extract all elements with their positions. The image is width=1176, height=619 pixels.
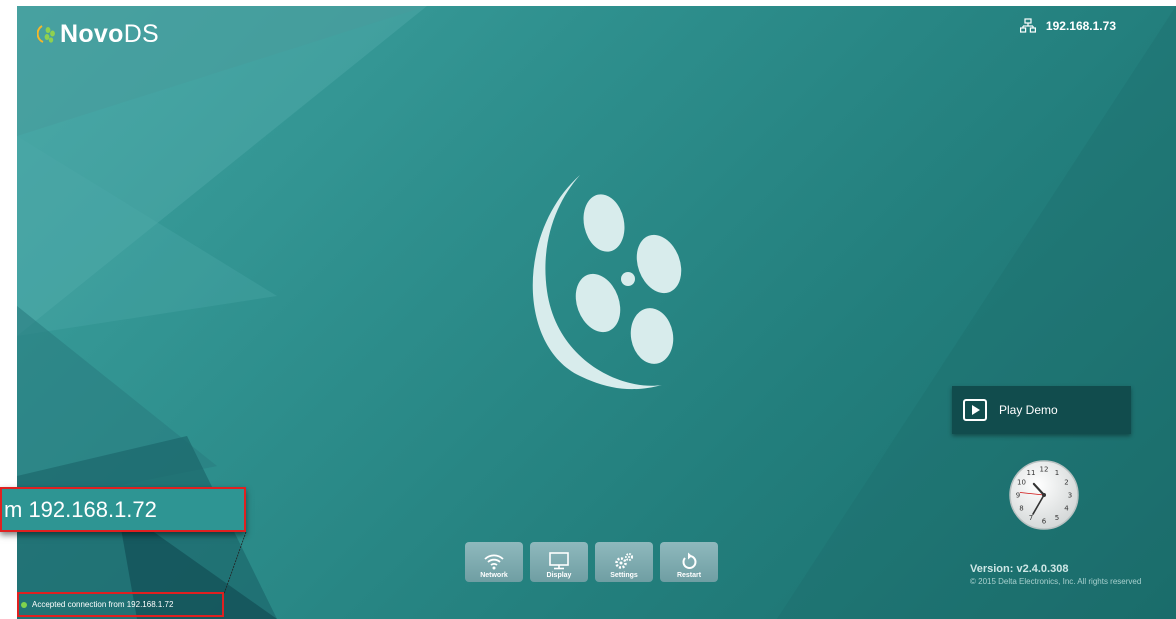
novo-reel-logo (532, 175, 682, 390)
zoomed-status-callout: m 192.168.1.72 (0, 487, 246, 532)
settings-button[interactable]: Settings (595, 542, 653, 582)
copyright-text: © 2015 Delta Electronics, Inc. All right… (970, 577, 1142, 586)
clock-number: 1 (1055, 469, 1059, 477)
network-button[interactable]: Network (465, 542, 523, 582)
wifi-icon (484, 554, 504, 570)
clock-number: 7 (1029, 514, 1033, 522)
clock-number: 6 (1042, 518, 1047, 526)
clock-number: 4 (1064, 505, 1069, 513)
lan-icon (1019, 18, 1036, 33)
gears-icon (615, 553, 633, 569)
restart-label: Restart (676, 572, 702, 579)
version-info: Version: v2.4.0.308 © 2015 Delta Electro… (970, 563, 1141, 586)
play-demo-button[interactable]: Play Demo (952, 386, 1131, 434)
callout-text: m 192.168.1.72 (4, 496, 157, 522)
clock-center (1042, 493, 1046, 497)
clock-number: 9 (1016, 492, 1020, 500)
clock-number: 8 (1019, 505, 1023, 513)
ip-address: 192.168.1.73 (1045, 19, 1116, 33)
play-demo-label: Play Demo (999, 403, 1058, 417)
bottom-toolbar: Network Display Settings Restart (465, 542, 718, 582)
version-text: Version: v2.4.0.308 (970, 563, 1069, 575)
clock-number: 3 (1068, 492, 1072, 500)
clock-number: 12 (1040, 466, 1049, 474)
clock-number: 2 (1064, 479, 1068, 487)
analog-clock: 12 1234567891011 (1009, 460, 1079, 530)
monitor-icon (549, 552, 569, 570)
play-icon (963, 399, 987, 421)
network-status: 192.168.1.73 (1019, 18, 1116, 34)
restart-icon (682, 552, 697, 569)
display-label: Display (546, 572, 572, 579)
clock-number: 5 (1055, 514, 1059, 522)
network-label: Network (480, 572, 508, 579)
clock-number: 11 (1027, 469, 1036, 477)
display-button[interactable]: Display (530, 542, 588, 582)
settings-label: Settings (610, 572, 638, 579)
clock-number: 10 (1017, 479, 1026, 487)
restart-button[interactable]: Restart (660, 542, 718, 582)
